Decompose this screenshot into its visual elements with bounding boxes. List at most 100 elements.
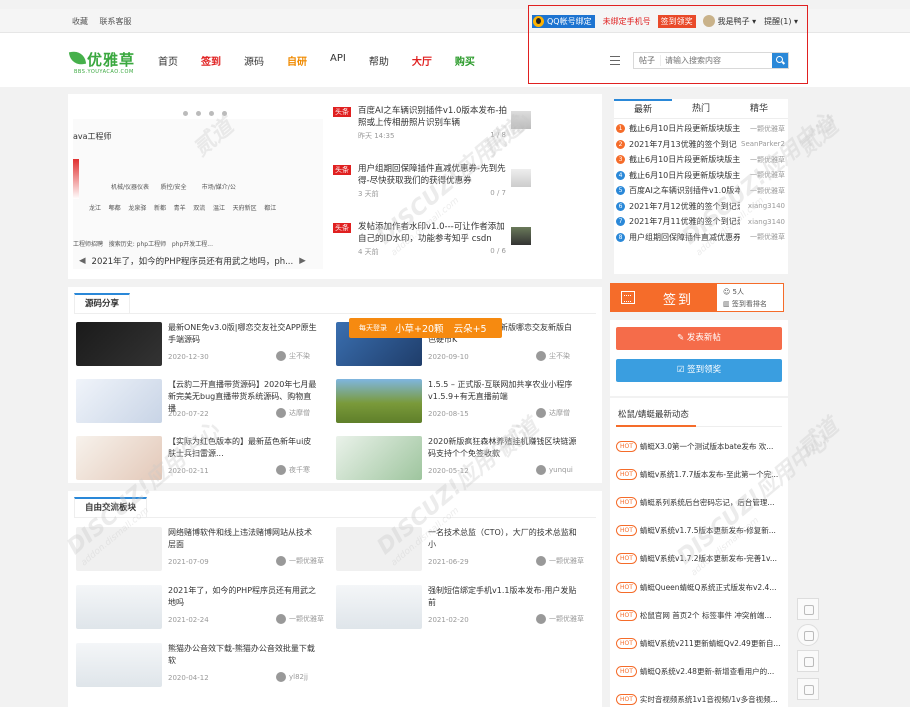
code-card-title[interactable]: 【实际为红色版本的】最新蓝色新年ui皮肤士兵扫雷源... [168, 436, 318, 460]
code-card-title[interactable]: 2020新版疯狂森林养殖挂机赚钱区块链源码支持个个免签收款 [428, 436, 578, 460]
code-card[interactable]: 1.5.5 – 正式版-互联网加共享农业小程序v1.5.9+有无直播前端 2020… [336, 379, 596, 429]
code-thumbnail[interactable] [76, 322, 162, 366]
sign-rank-link[interactable]: ▥ 签到看排名 [723, 298, 767, 310]
nav-sign[interactable]: 签到 [201, 53, 221, 68]
nav-source[interactable]: 源码 [244, 53, 264, 68]
latest-list-item[interactable]: 6 2021年7月12优雅的签个到记录 xiang3140 [614, 199, 788, 215]
forum-thumbnail[interactable] [76, 643, 162, 687]
wechat-icon[interactable] [797, 650, 819, 672]
latest-item-author[interactable]: SeanParker2 [740, 140, 788, 148]
image-slider[interactable]: ava工程师 机械/仪器仪表 质控/安全 市场/媒介/公 龙江 郫都 龙泉驿 新… [73, 99, 323, 269]
hot-news-item[interactable]: HOT 实时音视频系统1v1音视频/1v多音视频... [616, 693, 786, 707]
code-card-title[interactable]: 最新ONE免v3.0版|哪恋交友社交APP原生手端源码 [168, 322, 318, 346]
code-thumbnail[interactable] [336, 436, 422, 480]
latest-list-item[interactable]: 2 2021年7月13优雅的签个到记 SeanParker2 [614, 137, 788, 153]
hot-news-text[interactable]: 蜻蜓V系统v1.7.2版本更新发布-完善1v... [640, 553, 777, 564]
headline-title[interactable]: 发帖添加作者水印v1.0---可让作者添加自己的ID水印，功能参考知乎 csdn [358, 221, 513, 245]
tab-latest[interactable]: 最新 [614, 99, 672, 118]
latest-item-title[interactable]: 截止6月10日片段更新版块版主 [629, 123, 740, 134]
forum-card-author[interactable]: yl82jj [276, 672, 308, 682]
forum-card[interactable]: 网络赌博软件和线上违法赌博网站从技术层面 2021-07-09 一颗优雅草 [76, 527, 336, 577]
code-card-author[interactable]: 尘不染 [536, 351, 570, 361]
code-card[interactable]: 2020新版疯狂森林养殖挂机赚钱区块链源码支持个个免签收款 2020-05-12 y… [336, 436, 596, 486]
forum-card[interactable]: 一名技术总监（CTO），大厂的技术总监和小 2021-06-29 一颗优雅草 [336, 527, 596, 577]
forum-card-author[interactable]: 一颗优雅草 [276, 614, 324, 624]
latest-item-title[interactable]: 2021年7月12优雅的签个到记录 [629, 201, 740, 212]
prev-arrow-icon[interactable]: ◀ [79, 256, 86, 266]
slider-dot[interactable] [222, 111, 227, 116]
latest-item-author[interactable]: 一颗优雅草 [740, 186, 788, 196]
nav-help[interactable]: 帮助 [369, 53, 389, 68]
nav-hall[interactable]: 大厅 [412, 53, 432, 68]
forum-card-author[interactable]: 一颗优雅草 [536, 614, 584, 624]
nav-api[interactable]: API [330, 53, 346, 68]
next-arrow-icon[interactable]: ▶ [299, 256, 306, 266]
slider-caption[interactable]: ◀ 2021年了，如今的PHP程序员还有用武之地吗，ph... ▶ [73, 252, 323, 269]
headline-thumbnail[interactable] [511, 169, 531, 187]
headline-thumbnail[interactable] [511, 227, 531, 245]
latest-item-author[interactable]: 一颗优雅草 [740, 170, 788, 180]
code-card-author[interactable]: 达摩僧 [536, 408, 570, 418]
hot-news-item[interactable]: HOT 松鼠官网 首页2个 标签事件 冲突前端... [616, 608, 786, 622]
hot-news-item[interactable]: HOT 蜻蜓V系统v1.7.5版本更新发布-修复新... [616, 524, 786, 538]
nav-buy[interactable]: 购买 [455, 53, 475, 68]
headline-thumbnail[interactable] [511, 111, 531, 129]
latest-item-title[interactable]: 2021年7月13优雅的签个到记 [629, 139, 740, 150]
free-talk-title[interactable]: 自由交流板块 [74, 497, 148, 517]
headline-title[interactable]: 用户组期回保障插件直减优惠券-先到先得-尽快获取我们的获得优惠券 [358, 163, 513, 187]
code-card-author[interactable]: 尘不染 [276, 351, 310, 361]
forum-card[interactable]: 熊猫办公音效下载-熊猫办公音效批量下载软 2020-04-12 yl82jj [76, 643, 336, 693]
forum-thumbnail[interactable] [336, 585, 422, 629]
latest-item-author[interactable]: 一颗优雅草 [740, 232, 788, 242]
forum-card-author[interactable]: 一颗优雅草 [276, 556, 324, 566]
sign-reward-big-button[interactable]: ☑ 签到领奖 [616, 359, 782, 382]
latest-list-item[interactable]: 5 百度AI之车辆识别插件v1.0版本 一颗优雅草 [614, 183, 788, 199]
forum-card-title[interactable]: 网络赌博软件和线上违法赌博网站从技术层面 [168, 527, 318, 551]
headline-title[interactable]: 百度AI之车辆识别插件v1.0版本发布-拍照或上传相册照片识别车辆 [358, 105, 513, 129]
latest-list-item[interactable]: 4 截止6月10日片段更新版块版主 一颗优雅草 [614, 168, 788, 184]
code-card[interactable]: 【云豹二开直播带货源码】2020年七月最新完美无bug直播带货系统源码、购物直播… [76, 379, 336, 429]
tab-hot[interactable]: 热门 [672, 99, 730, 118]
latest-item-title[interactable]: 百度AI之车辆识别插件v1.0版本 [629, 185, 740, 196]
forum-card[interactable]: 2021年了，如今的PHP程序员还有用武之地吗 2021-02-24 一颗优雅草 [76, 585, 336, 635]
latest-list-item[interactable]: 1 截止6月10日片段更新版块版主 一颗优雅草 [614, 121, 788, 137]
favorite-link[interactable]: 收藏 [72, 17, 88, 26]
latest-item-title[interactable]: 截止6月10日片段更新版块版主 [629, 154, 740, 165]
forum-thumbnail[interactable] [76, 585, 162, 629]
code-card[interactable]: 最新ONE免v3.0版|哪恋交友社交APP原生手端源码 2020-12-30 尘不染 [76, 322, 336, 372]
forum-thumbnail[interactable] [76, 527, 162, 571]
back-to-top-icon[interactable] [797, 678, 819, 700]
hot-news-item[interactable]: HOT 蜻蜓V系统v1.7.2版本更新发布-完善1v... [616, 552, 786, 566]
forum-card-title[interactable]: 2021年了，如今的PHP程序员还有用武之地吗 [168, 585, 318, 609]
latest-item-author[interactable]: xiang3140 [740, 218, 788, 226]
latest-item-author[interactable]: xiang3140 [740, 202, 788, 210]
slider-dot[interactable] [183, 111, 188, 116]
contact-link[interactable]: 联系客服 [100, 17, 132, 26]
hot-news-item[interactable]: HOT 蜻蜓v系统1.7.7版本发布-至此第一个完... [616, 467, 786, 481]
latest-list-item[interactable]: 3 截止6月10日片段更新版块版主 一颗优雅草 [614, 152, 788, 168]
sign-button[interactable]: 签到 [611, 284, 717, 311]
nav-self-dev[interactable]: 自研 [287, 53, 307, 68]
hot-news-text[interactable]: 实时音视频系统1v1音视频/1v多音视频... [640, 694, 778, 705]
hot-news-text[interactable]: 蜻蜓Queen蜻蜓Q系统正式版发布v2.4... [640, 582, 777, 593]
code-card-title[interactable]: 1.5.5 – 正式版-互联网加共享农业小程序v1.5.9+有无直播前端 [428, 379, 578, 403]
forum-card-title[interactable]: 一名技术总监（CTO），大厂的技术总监和小 [428, 527, 578, 551]
code-thumbnail[interactable] [76, 436, 162, 480]
site-logo[interactable]: 优雅草 BBS.YOUYACAO.COM [68, 49, 140, 76]
latest-item-title[interactable]: 用户组期回保障插件直减优惠券 [629, 232, 740, 243]
hot-news-item[interactable]: HOT 蜻蜓V系统v211更新蜻蜓Qv2.49更新自... [616, 636, 786, 650]
code-card-author[interactable]: 达摩僧 [276, 408, 310, 418]
hot-news-text[interactable]: 蜻蜓v系统1.7.7版本发布-至此第一个完... [640, 469, 778, 480]
forum-card-author[interactable]: 一颗优雅草 [536, 556, 584, 566]
code-thumbnail[interactable] [336, 379, 422, 423]
code-card-author[interactable]: yunqui [536, 465, 573, 475]
new-post-button[interactable]: ✎ 发表新帖 [616, 327, 782, 350]
hot-news-item[interactable]: HOT 蜻蜓系列系统后台密码忘记，后台管理... [616, 495, 786, 509]
forum-card-title[interactable]: 强制短信绑定手机v1.1版本发布-用户发贴前 [428, 585, 578, 609]
latest-item-author[interactable]: 一颗优雅草 [740, 155, 788, 165]
edit-icon[interactable] [797, 598, 819, 620]
forum-card[interactable]: 强制短信绑定手机v1.1版本发布-用户发贴前 2021-02-20 一颗优雅草 [336, 585, 596, 635]
hot-news-text[interactable]: 蜻蜓V系统v1.7.5版本更新发布-修复新... [640, 525, 776, 536]
hot-news-item[interactable]: HOT 蜻蜓Q系统v2.48更新-新增查看用户的... [616, 665, 786, 679]
hot-news-text[interactable]: 蜻蜓Q系统v2.48更新-新增查看用户的... [640, 666, 774, 677]
